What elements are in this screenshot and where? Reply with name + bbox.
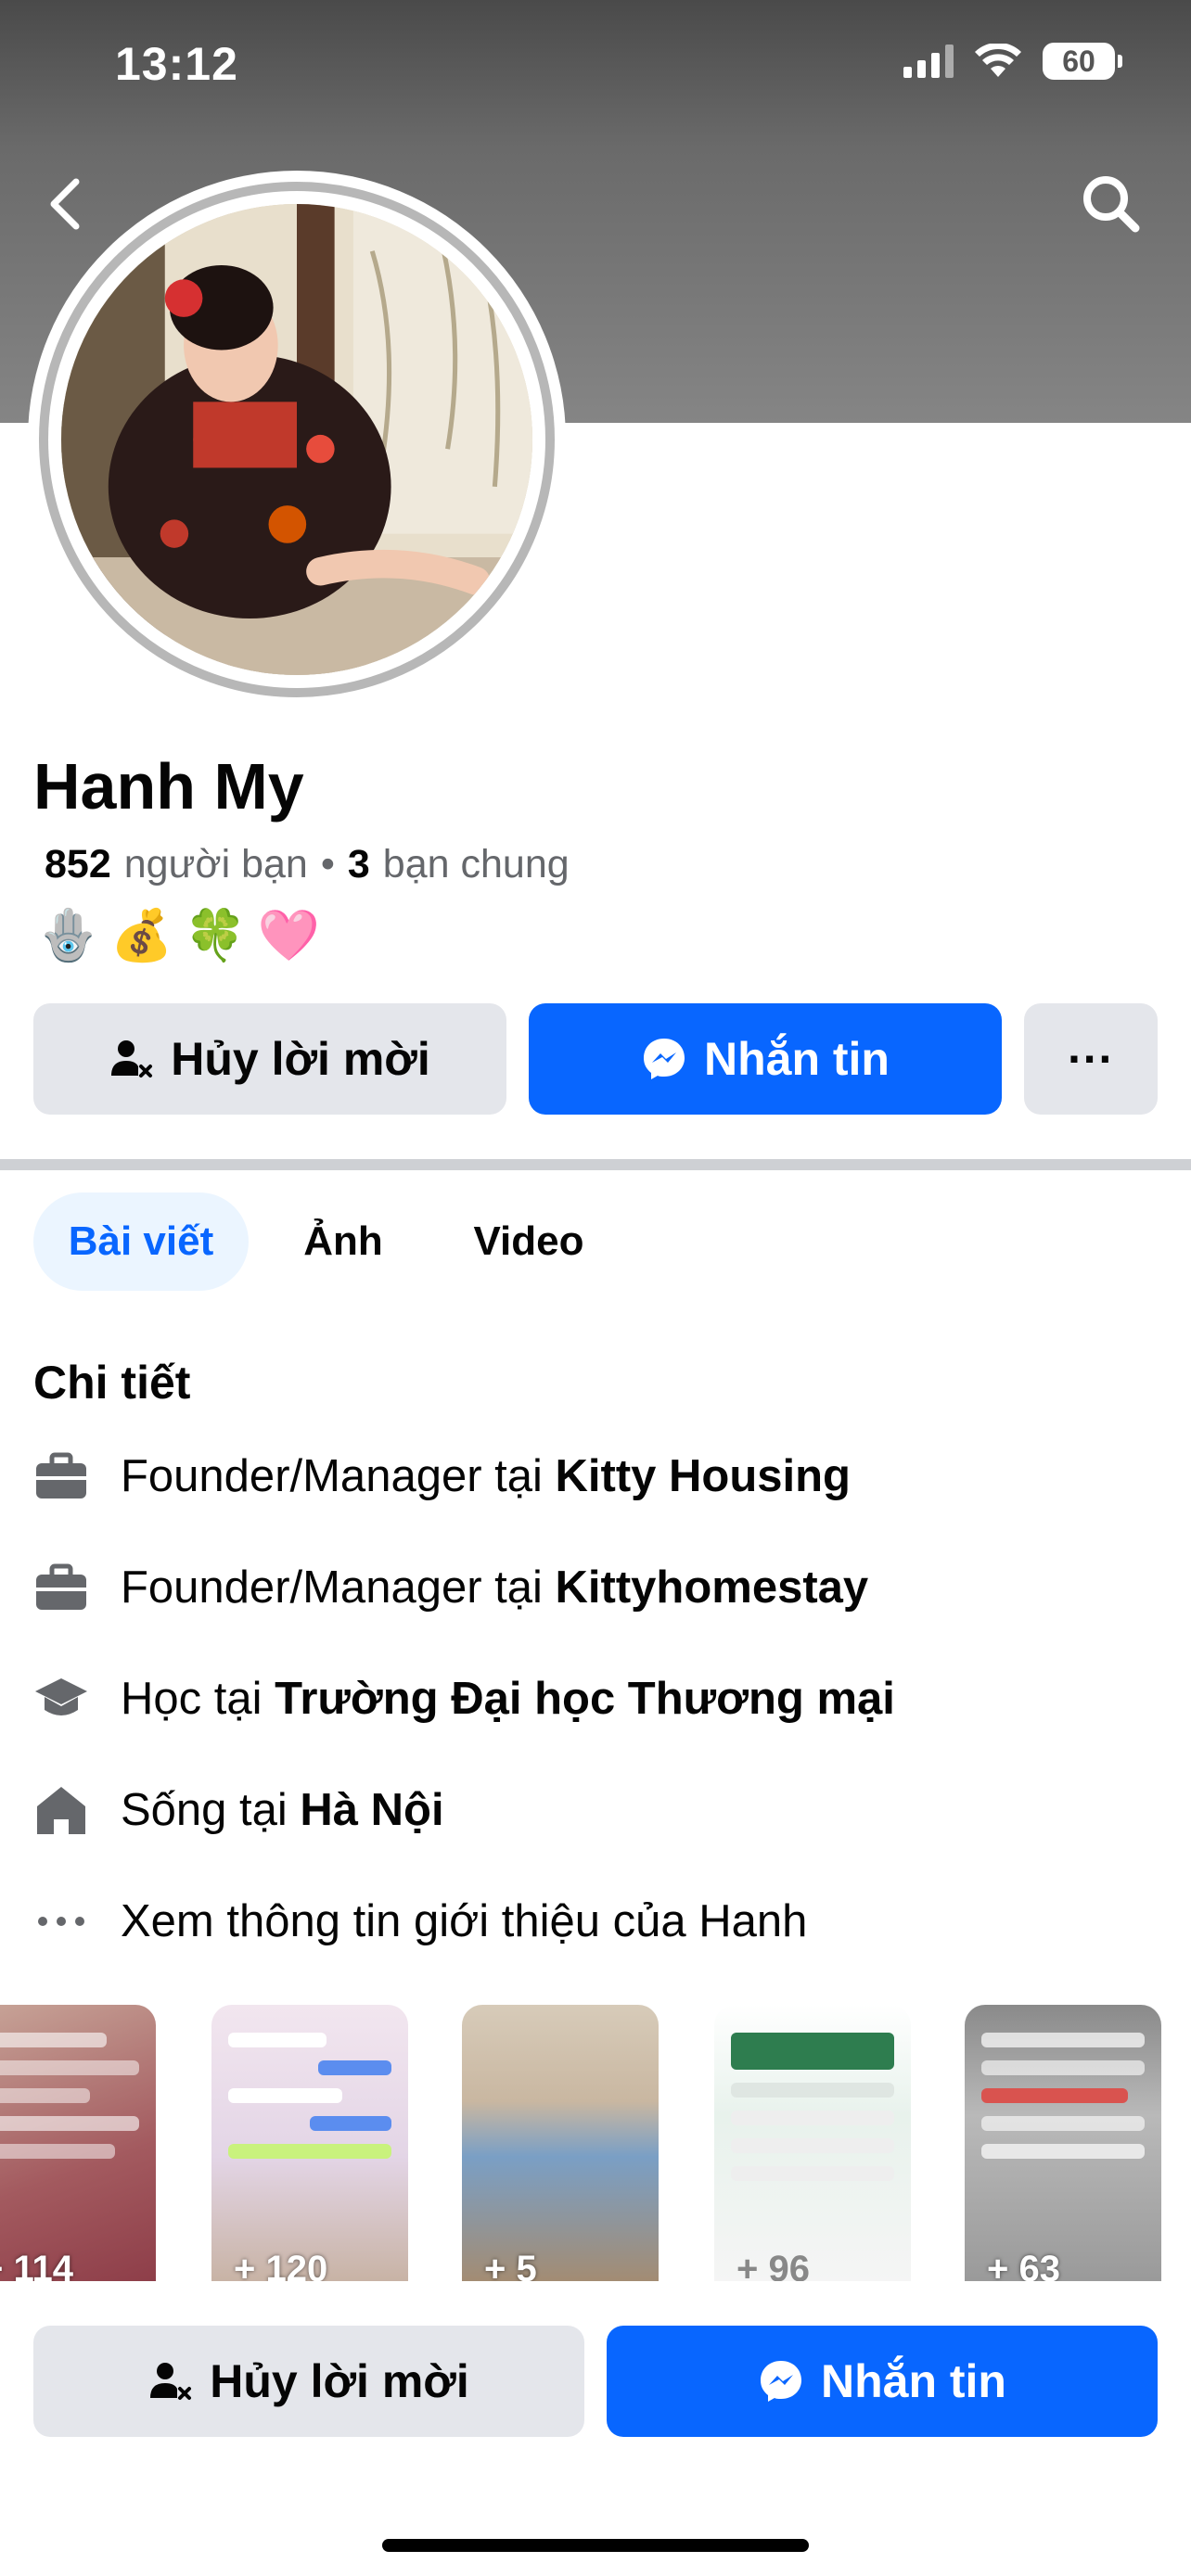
status-icons: 60 bbox=[903, 43, 1122, 80]
friends-summary[interactable]: 852 người bạn • 3 bạn chung bbox=[45, 842, 570, 887]
message-label: Nhắn tin bbox=[704, 1033, 890, 1085]
messenger-icon bbox=[761, 2361, 801, 2402]
detail-prefix: Founder/Manager tại bbox=[121, 1451, 556, 1501]
detail-value[interactable]: Kitty Housing bbox=[556, 1451, 851, 1501]
search-button[interactable] bbox=[1074, 167, 1148, 241]
cellular-signal-icon bbox=[903, 45, 954, 78]
featured-item[interactable]: + 96 bbox=[714, 2005, 911, 2281]
message-button[interactable]: Nhắn tin bbox=[529, 1003, 1002, 1115]
detail-row-lives[interactable]: Sống tại Hà Nội bbox=[33, 1782, 444, 1838]
profile-name: Hanh My bbox=[33, 750, 304, 823]
detail-value[interactable]: Kittyhomestay bbox=[556, 1562, 869, 1613]
cancel-friend-request-icon bbox=[150, 2363, 192, 2400]
featured-count: + 96 bbox=[736, 2249, 810, 2281]
tab-videos[interactable]: Video bbox=[445, 1192, 612, 1291]
sticky-message-button[interactable]: Nhắn tin bbox=[607, 2326, 1158, 2437]
more-options-button[interactable]: ··· bbox=[1024, 1003, 1158, 1115]
detail-prefix: Sống tại bbox=[121, 1785, 301, 1835]
home-icon bbox=[33, 1782, 89, 1838]
featured-item[interactable]: + 120 bbox=[211, 2005, 408, 2281]
home-indicator[interactable] bbox=[382, 2539, 809, 2552]
tab-photos[interactable]: Ảnh bbox=[288, 1192, 399, 1291]
featured-count: + 114 bbox=[0, 2249, 74, 2281]
featured-count: + 5 bbox=[484, 2249, 537, 2281]
section-divider bbox=[0, 1159, 1191, 1170]
battery-icon: 60 bbox=[1043, 43, 1122, 80]
back-button[interactable] bbox=[37, 167, 93, 241]
detail-value[interactable]: Trường Đại học Thương mại bbox=[275, 1674, 895, 1724]
message-label: Nhắn tin bbox=[821, 2355, 1006, 2407]
separator-dot: • bbox=[320, 842, 335, 886]
detail-value[interactable]: Hà Nội bbox=[300, 1785, 443, 1835]
see-about-info-label: Xem thông tin giới thiệu của Hanh bbox=[121, 1896, 808, 1946]
avatar-image bbox=[61, 204, 532, 675]
status-time: 13:12 bbox=[115, 38, 238, 90]
more-dots-icon bbox=[33, 1894, 89, 1949]
detail-prefix: Founder/Manager tại bbox=[121, 1562, 556, 1613]
messenger-icon bbox=[644, 1039, 685, 1079]
mutual-label: bạn chung bbox=[382, 842, 570, 886]
friends-count: 852 bbox=[45, 842, 111, 886]
cancel-request-label: Hủy lời mời bbox=[210, 2355, 469, 2407]
pink-heart-emoji: 🩷 bbox=[257, 908, 320, 963]
detail-prefix: Học tại bbox=[121, 1674, 275, 1724]
graduation-cap-icon bbox=[33, 1671, 89, 1727]
cancel-friend-request-icon bbox=[111, 1040, 153, 1078]
detail-row-education[interactable]: Học tại Trường Đại học Thương mại bbox=[33, 1671, 895, 1727]
wifi-icon bbox=[975, 44, 1021, 77]
more-dots-icon: ··· bbox=[1068, 1033, 1114, 1085]
cancel-request-button[interactable]: Hủy lời mời bbox=[33, 1003, 506, 1115]
cancel-request-label: Hủy lời mời bbox=[171, 1033, 430, 1085]
featured-count: + 120 bbox=[234, 2249, 328, 2281]
featured-item[interactable]: + 5 bbox=[462, 2005, 659, 2281]
tab-posts[interactable]: Bài viết bbox=[33, 1192, 249, 1291]
featured-item[interactable]: + 63 bbox=[965, 2005, 1161, 2281]
money-bag-emoji: 💰 bbox=[110, 908, 173, 963]
detail-row-work-1[interactable]: Founder/Manager tại Kitty Housing bbox=[33, 1448, 851, 1504]
search-icon bbox=[1083, 176, 1140, 233]
featured-collections: + 114 + 120 + 5 + 96 + 63 bbox=[0, 2005, 1191, 2281]
friends-label: người bạn bbox=[123, 842, 308, 886]
details-title: Chi tiết bbox=[33, 1357, 191, 1409]
featured-item[interactable]: + 114 bbox=[0, 2005, 156, 2281]
hamsa-emoji: 🪬 bbox=[37, 908, 100, 963]
bio-emojis: 🪬 💰 🍀 🩷 bbox=[37, 907, 320, 965]
briefcase-icon bbox=[33, 1448, 89, 1504]
featured-count: + 63 bbox=[987, 2249, 1060, 2281]
profile-avatar[interactable] bbox=[28, 171, 566, 708]
sticky-cancel-request-button[interactable]: Hủy lời mời bbox=[33, 2326, 584, 2437]
chevron-left-icon bbox=[50, 178, 80, 230]
see-about-info-link[interactable]: Xem thông tin giới thiệu của Hanh bbox=[33, 1894, 807, 1949]
mutual-count: 3 bbox=[347, 842, 370, 886]
detail-row-work-2[interactable]: Founder/Manager tại Kittyhomestay bbox=[33, 1560, 868, 1615]
clover-emoji: 🍀 bbox=[184, 908, 247, 963]
briefcase-icon bbox=[33, 1560, 89, 1615]
